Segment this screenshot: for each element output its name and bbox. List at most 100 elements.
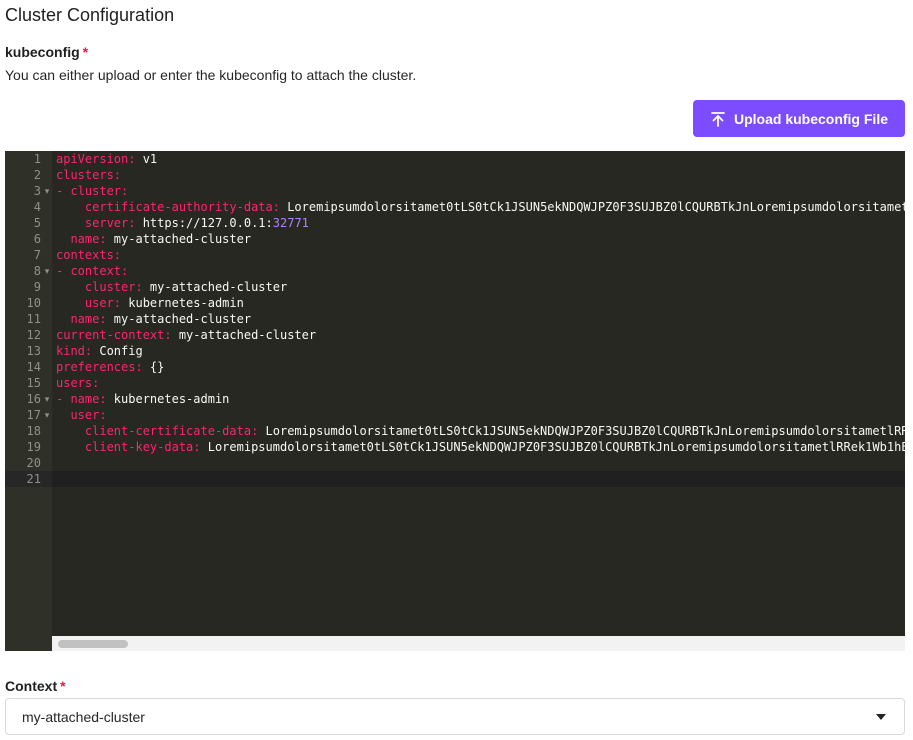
code-line: preferences: {} xyxy=(56,359,164,375)
code-key: user: xyxy=(70,408,107,422)
code-line: clusters: xyxy=(56,167,121,183)
code-line: kind: Config xyxy=(56,343,143,359)
line-number-gutter: 1 2 3 ▾ 4 5 6 7 8 ▾ 9 10 11 12 13 14 15 16 ▾ 17 ▾ 18 19 20 21 xyxy=(5,151,52,651)
upload-arrow-icon xyxy=(710,111,726,127)
code-dash: - xyxy=(56,392,71,406)
code-value: Loremipsumdolorsitamet0tLS0tCk1JSUN5ekND… xyxy=(200,440,905,454)
line-number: 20 xyxy=(26,456,41,470)
code-line: - context: xyxy=(56,263,128,279)
context-label-text: Context xyxy=(5,678,58,694)
line-number: 14 xyxy=(26,360,41,374)
required-asterisk: * xyxy=(82,44,89,60)
code-line: users: xyxy=(56,375,99,391)
code-key: current-context: xyxy=(56,328,172,342)
code-key: cluster: xyxy=(70,184,129,198)
fold-toggle-icon[interactable]: ▾ xyxy=(42,263,52,279)
line-number: 11 xyxy=(26,312,41,326)
code-area[interactable]: apiVersion: v1 clusters: - cluster: certif… xyxy=(56,151,905,651)
line-number: 17 xyxy=(26,408,41,422)
code-key: apiVersion: xyxy=(56,152,136,166)
code-line: name: my-attached-cluster xyxy=(56,311,251,327)
code-line: name: my-attached-cluster xyxy=(56,231,251,247)
line-number: 16 xyxy=(26,392,41,406)
line-number: 10 xyxy=(26,296,41,310)
line-number: 9 xyxy=(33,280,41,294)
upload-kubeconfig-button[interactable]: Upload kubeconfig File xyxy=(693,100,905,137)
caret-down-icon[interactable] xyxy=(876,714,886,720)
code-key: contexts: xyxy=(56,248,122,262)
page-title: Cluster Configuration xyxy=(5,5,175,25)
line-number: 18 xyxy=(26,424,41,438)
code-value: my-attached-cluster xyxy=(142,280,288,294)
code-key: name: xyxy=(70,232,107,246)
kubeconfig-label: kubeconfig * xyxy=(5,44,88,60)
code-line: server: https://127.0.0.1:32771 xyxy=(56,215,309,231)
scrollbar-thumb[interactable] xyxy=(58,640,128,648)
code-key: name: xyxy=(70,392,107,406)
line-number: 12 xyxy=(26,328,41,342)
kubeconfig-code-editor[interactable]: 1 2 3 ▾ 4 5 6 7 8 ▾ 9 10 11 12 13 14 15 16 ▾ 17 ▾ 18 19 20 21 ap… xyxy=(5,151,905,651)
code-line: client-key-data: Loremipsumdolorsitamet0… xyxy=(56,439,905,455)
context-select-value: my-attached-cluster xyxy=(22,709,145,725)
line-number: 1 xyxy=(33,152,41,166)
line-number: 8 xyxy=(33,264,41,278)
line-number: 3 xyxy=(33,184,41,198)
code-line: apiVersion: v1 xyxy=(56,151,157,167)
code-line: - cluster: xyxy=(56,183,128,199)
code-line: user: kubernetes-admin xyxy=(56,295,244,311)
code-key: client-key-data: xyxy=(84,440,201,454)
context-label: Context * xyxy=(5,678,66,694)
code-value: Loremipsumdolorsitamet0tLS0tCk1JSUN5ekND… xyxy=(279,200,905,214)
horizontal-scrollbar[interactable] xyxy=(52,636,905,651)
code-line: current-context: my-attached-cluster xyxy=(56,327,316,343)
code-key: name: xyxy=(70,312,107,326)
fold-toggle-icon[interactable]: ▾ xyxy=(42,183,52,199)
line-number: 4 xyxy=(33,200,41,214)
line-number: 7 xyxy=(33,248,41,262)
code-key: user: xyxy=(84,296,122,310)
code-value: Config xyxy=(92,344,143,358)
code-value: {} xyxy=(142,360,165,374)
code-key: server: xyxy=(84,216,136,230)
code-value: kubernetes-admin xyxy=(106,392,230,406)
code-line: user: xyxy=(56,407,107,423)
code-value: my-attached-cluster xyxy=(171,328,317,342)
code-line: client-certificate-data: Loremipsumdolor… xyxy=(56,423,905,439)
line-number: 13 xyxy=(26,344,41,358)
line-number: 15 xyxy=(26,376,41,390)
code-line: certificate-authority-data: Loremipsumdo… xyxy=(56,199,905,215)
code-dash: - xyxy=(56,184,71,198)
line-number: 19 xyxy=(26,440,41,454)
code-key: certificate-authority-data: xyxy=(84,200,280,214)
line-number: 5 xyxy=(33,216,41,230)
code-value: kubernetes-admin xyxy=(121,296,244,310)
line-number: 21 xyxy=(26,472,41,486)
code-num: 32771 xyxy=(272,216,309,230)
code-line: cluster: my-attached-cluster xyxy=(56,279,287,295)
kubeconfig-label-text: kubeconfig xyxy=(5,44,80,60)
required-asterisk: * xyxy=(60,678,66,694)
context-select[interactable]: my-attached-cluster xyxy=(5,698,905,735)
code-value: v1 xyxy=(135,152,158,166)
code-value: Loremipsumdolorsitamet0tLS0tCk1JSUN5ekND… xyxy=(258,424,905,438)
fold-toggle-icon[interactable]: ▾ xyxy=(42,391,52,407)
code-line: - name: kubernetes-admin xyxy=(56,391,229,407)
fold-toggle-icon[interactable]: ▾ xyxy=(42,407,52,423)
line-number: 6 xyxy=(33,232,41,246)
code-key: kind: xyxy=(56,344,93,358)
code-value: my-attached-cluster xyxy=(106,232,252,246)
code-key: preferences: xyxy=(56,360,143,374)
code-dash: - xyxy=(56,264,71,278)
code-key: clusters: xyxy=(56,168,122,182)
code-key: cluster: xyxy=(84,280,143,294)
code-key: context: xyxy=(70,264,129,278)
